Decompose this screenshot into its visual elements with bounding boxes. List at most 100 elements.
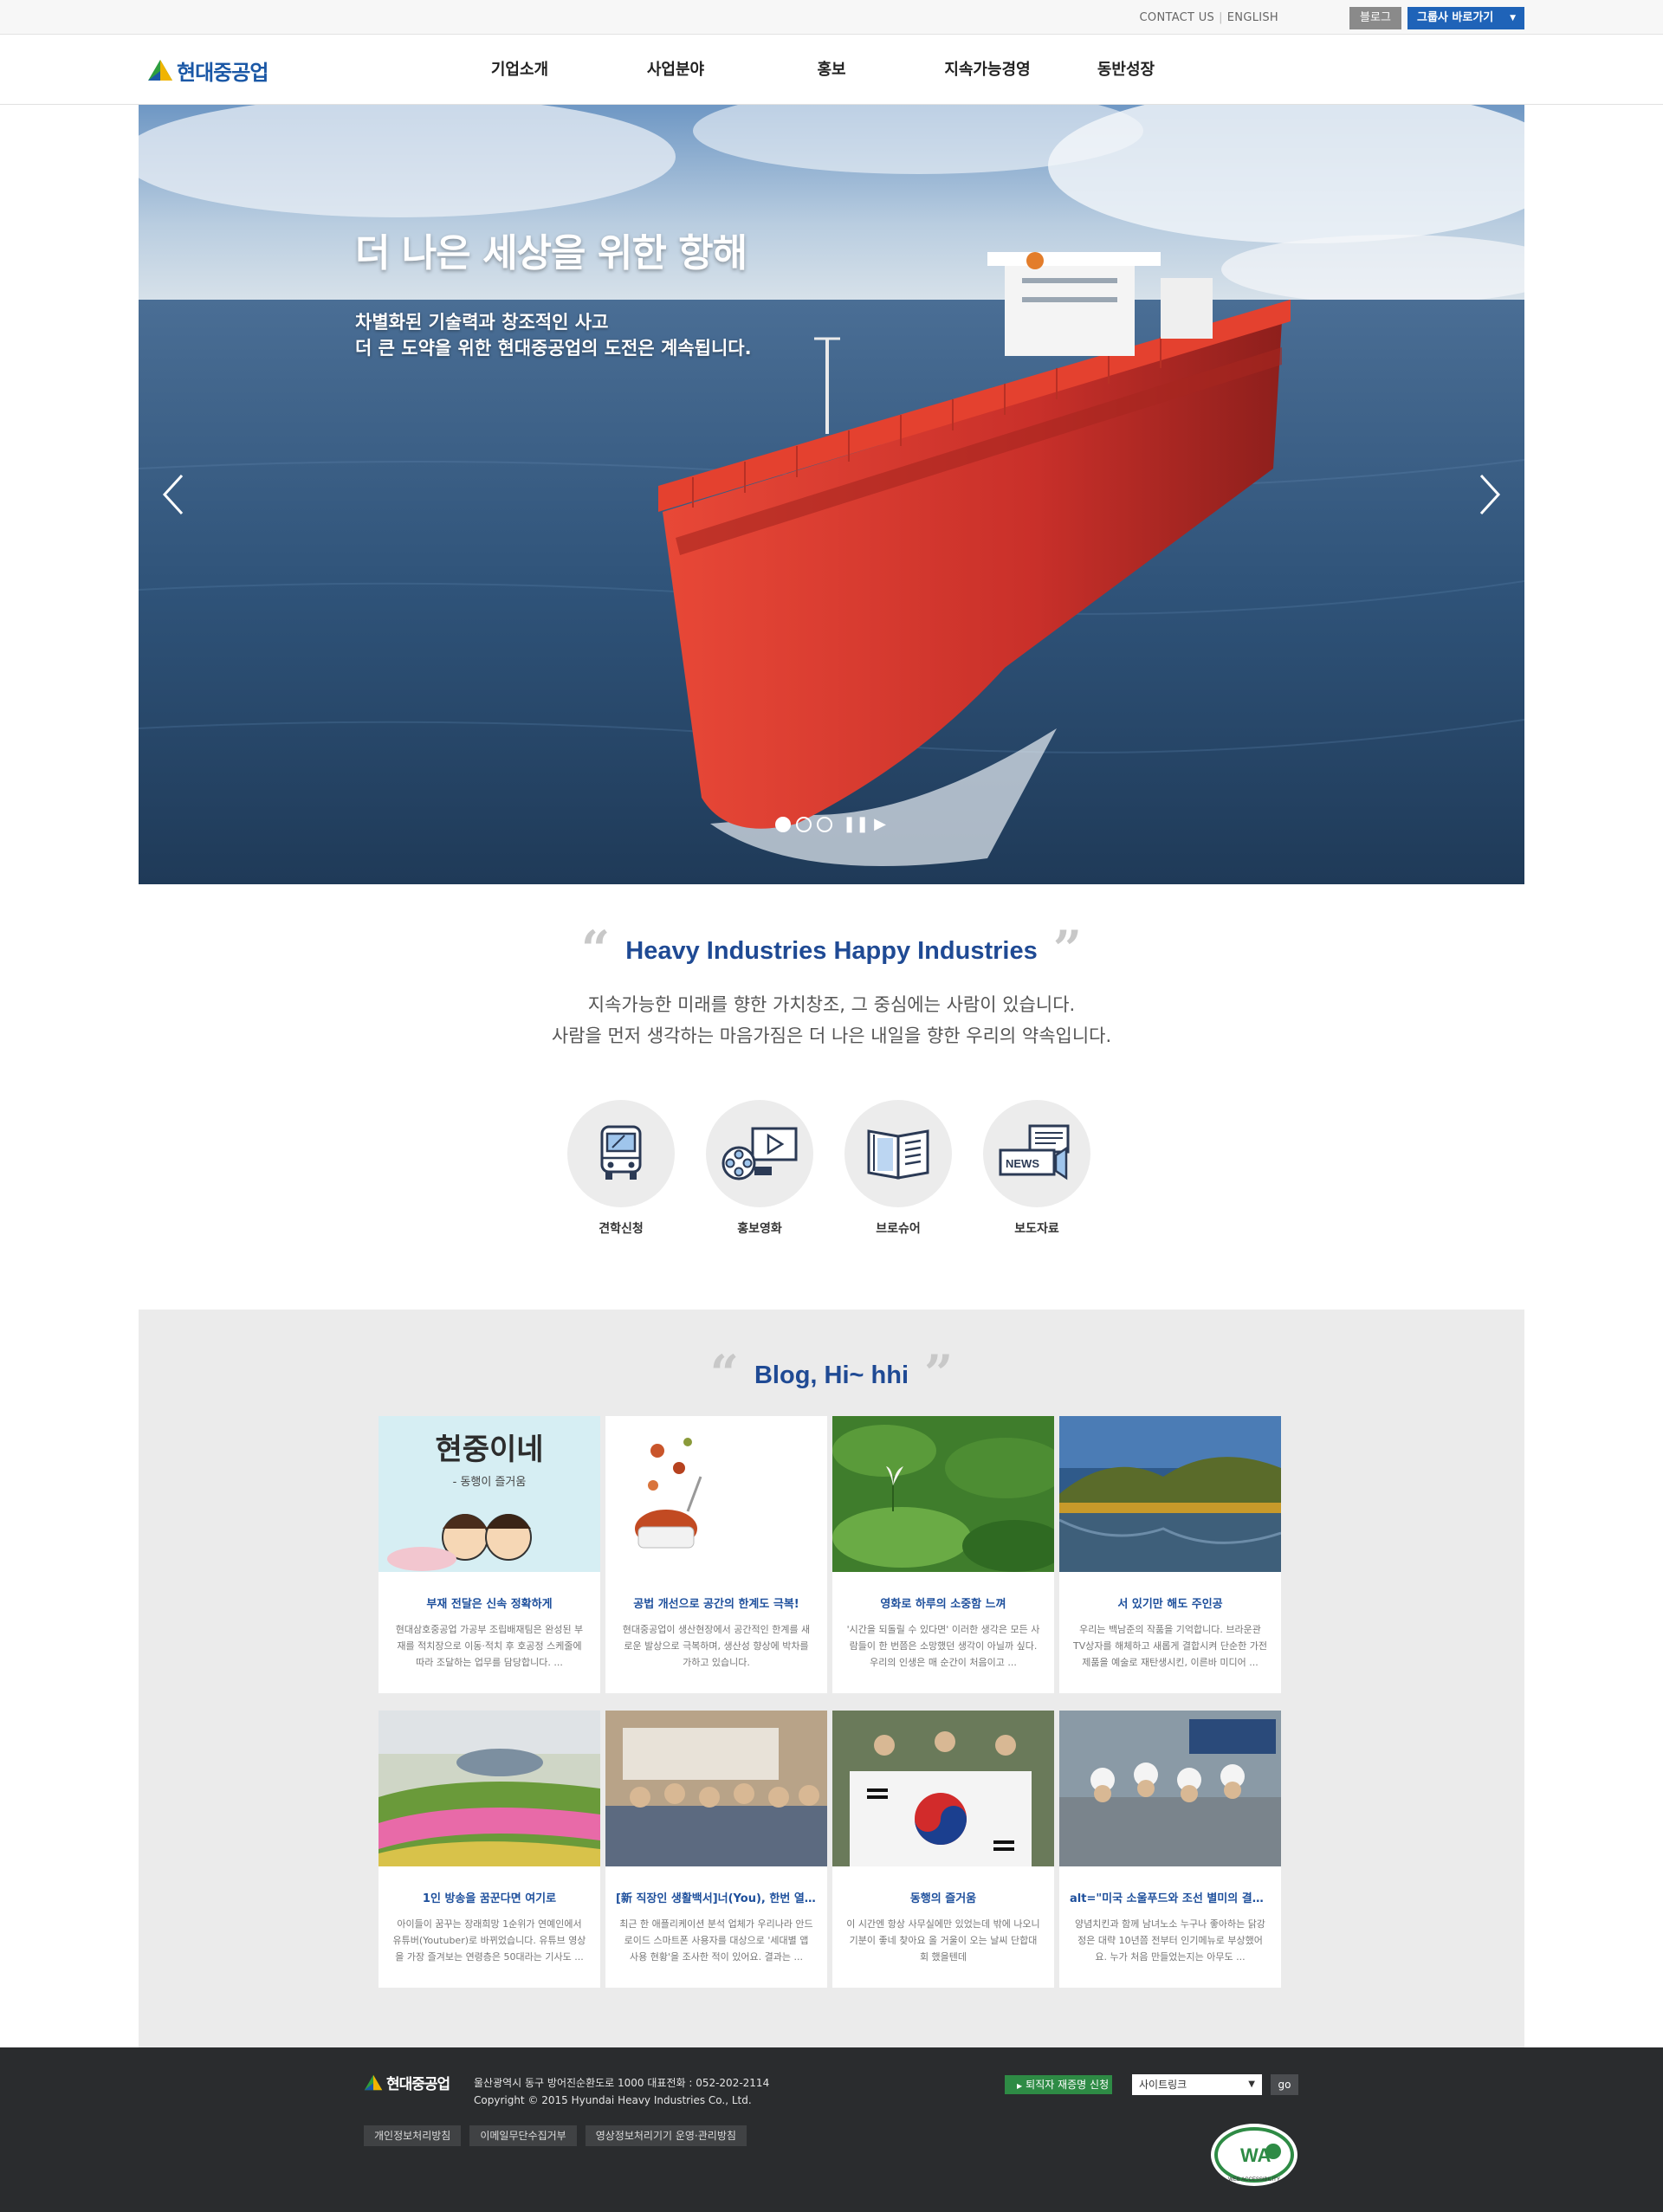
slide-dot[interactable]: [817, 816, 832, 832]
open-quote-icon: “: [709, 1343, 739, 1403]
group-sites-label: 그룹사 바로가기: [1417, 11, 1494, 24]
cctv-policy-link[interactable]: 영상정보처리기기 운영·관리방침: [585, 2125, 747, 2146]
slogan-line: 지속가능한 미래를 향한 가치창조, 그 중심에는 사람이 있습니다.: [587, 993, 1076, 1015]
hero-subtitle-line: 더 큰 도약을 위한 현대중공업의 도전은 계속됩니다.: [355, 338, 752, 359]
lake-image: [1059, 1416, 1281, 1572]
blog-thumbnail: [605, 1711, 827, 1866]
quick-film[interactable]: 홍보영화: [706, 1100, 813, 1237]
film-icon: [721, 1127, 798, 1180]
blog-card-title[interactable]: 서 있기만 해도 주인공: [1059, 1594, 1281, 1611]
blog-card[interactable]: 서 있기만 해도 주인공 우리는 백남준의 작품을 기억합니다. 브라운관 TV…: [1059, 1416, 1281, 1693]
blog-card[interactable]: alt="미국 소울푸드와 조선 별미의 결합... 양념치킨과 함께 남녀노소…: [1059, 1711, 1281, 1988]
next-slide-arrow-icon[interactable]: [1472, 469, 1507, 521]
blog-card-title[interactable]: 동행의 즐거움: [832, 1889, 1054, 1905]
blog-card[interactable]: 영화로 하루의 소중함 느껴 '시간을 되돌릴 수 있다면' 이러한 생각은 모…: [832, 1416, 1054, 1693]
blog-thumbnail: [832, 1416, 1054, 1572]
pause-icon[interactable]: ❚❚: [843, 815, 869, 833]
group-photo-image: [605, 1711, 827, 1866]
badge-subtext: WEB ACCESSIBILITY: [1228, 2177, 1280, 2183]
quick-brochure[interactable]: 브로슈어: [844, 1100, 952, 1237]
news-icon-text: NEWS: [1006, 1157, 1039, 1170]
thumb-text: 현중이네: [435, 1433, 543, 1467]
blog-thumbnail: [1059, 1416, 1281, 1572]
blog-card-text: 최근 한 애플리케이션 분석 업체가 우리나라 안드로이드 스마트폰 사용자를 …: [619, 1918, 813, 1963]
web-accessibility-badge-icon: WA WEB ACCESSIBILITY: [1211, 2124, 1297, 2186]
blog-button[interactable]: 블로그: [1349, 7, 1401, 29]
blog-thumbnail: [832, 1711, 1054, 1866]
blog-card-title[interactable]: [新 직장인 생활백서]너(You), 한번 열면...: [605, 1889, 827, 1905]
site-link-select[interactable]: 사이트링크 ▼: [1132, 2074, 1262, 2095]
go-button[interactable]: go: [1271, 2074, 1298, 2095]
blog-card-title[interactable]: 부재 전달은 신속 정확하게: [379, 1594, 600, 1611]
company-logo[interactable]: 현대중공업: [147, 58, 269, 85]
nav-sustainability[interactable]: 지속가능경영: [918, 57, 1057, 80]
quick-news[interactable]: NEWS 보도자료: [983, 1100, 1090, 1237]
group-sites-button[interactable]: 그룹사 바로가기 ▼: [1407, 7, 1524, 29]
blog-card-text: 우리는 백남준의 작품을 기억합니다. 브라운관 TV상자를 해체하고 새롭게 …: [1073, 1624, 1268, 1668]
blog-card-text: 아이들이 꿈꾸는 장래희망 1순위가 연예인에서 유튜버(Youtuber)로 …: [392, 1918, 586, 1963]
hero-subtitle: 차별화된 기술력과 창조적인 사고 더 큰 도약을 위한 현대중공업의 도전은 …: [355, 309, 752, 361]
blog-card-title[interactable]: alt="미국 소울푸드와 조선 별미의 결합...: [1059, 1889, 1281, 1905]
blog-card[interactable]: 현중이네 - 동행이 즐거움 부재 전달은 신속 정확하게 현대삼호중공업 가공…: [379, 1416, 600, 1693]
hero-subtitle-line: 차별화된 기술력과 창조적인 사고: [355, 312, 609, 333]
footer-address-block: 울산광역시 동구 방어진순환도로 1000 대표전화 : 052-202-211…: [474, 2074, 769, 2109]
main-navigation: 기업소개 사업분야 홍보 지속가능경영 동반성장: [450, 57, 1195, 80]
lotus-image: [832, 1416, 1054, 1572]
blog-card-title[interactable]: 공법 개선으로 공간의 한계도 극복!: [605, 1594, 827, 1611]
blog-title: Blog, Hi~ hhi: [754, 1361, 909, 1389]
blog-card-text: 이 시간엔 항상 사무실에만 있었는데 밖에 나오니 기분이 좋네 찾아요 올 …: [846, 1918, 1040, 1963]
contact-us-link[interactable]: CONTACT US: [1140, 11, 1215, 24]
footer-logo-text: 현대중공업: [386, 2076, 450, 2093]
hero-title: 더 나은 세상을 위한 항해: [355, 231, 747, 275]
flower-garden-image: [379, 1711, 600, 1866]
quick-label: 홍보영화: [737, 1222, 782, 1236]
english-link[interactable]: ENGLISH: [1227, 11, 1278, 24]
nav-business[interactable]: 사업분야: [606, 57, 745, 80]
hero-ship-image: [139, 105, 1524, 884]
blog-card[interactable]: 공법 개선으로 공간의 한계도 극복! 현대중공업이 생산현장에서 공간적인 한…: [605, 1416, 827, 1693]
utility-bar: CONTACT US | ENGLISH 블로그 그룹사 바로가기 ▼: [0, 0, 1663, 35]
slogan-heading: “ Heavy Industries Happy Industries ”: [566, 919, 1097, 979]
hero-slider: 더 나은 세상을 위한 항해 차별화된 기술력과 창조적인 사고 더 큰 도약을…: [139, 105, 1524, 884]
blog-card-title[interactable]: 영화로 하루의 소중함 느껴: [832, 1594, 1054, 1611]
food-image: [605, 1416, 827, 1572]
blog-card-grid: 현중이네 - 동행이 즐거움 부재 전달은 신속 정확하게 현대삼호중공업 가공…: [379, 1416, 1286, 1988]
blog-card[interactable]: 동행의 즐거움 이 시간엔 항상 사무실에만 있었는데 밖에 나오니 기분이 좋…: [832, 1711, 1054, 1988]
blog-thumbnail: [1059, 1711, 1281, 1866]
korean-flag-image: [832, 1711, 1054, 1866]
slide-dot[interactable]: [796, 816, 812, 832]
header: 현대중공업 기업소개 사업분야 홍보 지속가능경영 동반성장: [0, 35, 1663, 105]
caret-down-icon: ▼: [1510, 14, 1516, 23]
open-quote-icon: “: [580, 919, 611, 979]
slogan-line: 사람을 먼저 생각하는 마음가짐은 더 나은 내일을 향한 우리의 약속입니다.: [551, 1025, 1112, 1046]
news-icon: NEWS: [999, 1124, 1070, 1180]
privacy-policy-link[interactable]: 개인정보처리방침: [364, 2125, 462, 2146]
prev-slide-arrow-icon[interactable]: [156, 469, 191, 521]
blog-card-title[interactable]: 1인 방송을 꿈꾼다면 여기로: [379, 1889, 600, 1905]
logo-text: 현대중공업: [177, 60, 269, 85]
footer: 현대중공업 울산광역시 동구 방어진순환도로 1000 대표전화 : 052-2…: [0, 2047, 1663, 2212]
quick-label: 브로슈어: [876, 1222, 921, 1236]
nav-partnership[interactable]: 동반성장: [1074, 57, 1178, 80]
play-icon[interactable]: ▶: [874, 815, 886, 833]
quick-menu: 견학신청 홍보영화 브로슈어 NEWS 보도자료: [567, 1100, 1122, 1237]
nav-company[interactable]: 기업소개: [450, 57, 589, 80]
slide-dot[interactable]: [775, 816, 791, 832]
slogan-title: Heavy Industries Happy Industries: [625, 937, 1038, 965]
blog-section: “ Blog, Hi~ hhi ” 현중이네 - 동행이 즐거움 부재 전달은 …: [139, 1310, 1524, 2047]
blog-heading: “ Blog, Hi~ hhi ”: [139, 1343, 1524, 1403]
slide-indicators: ❚❚ ▶: [775, 815, 886, 833]
retiree-certificate-button[interactable]: ▶ 퇴직자 재증명 신청: [1005, 2075, 1112, 2094]
nav-pr[interactable]: 홍보: [762, 57, 901, 80]
slogan-section: “ Heavy Industries Happy Industries ” 지속…: [0, 919, 1663, 1051]
blog-card-text: 현대중공업이 생산현장에서 공간적인 한계를 새로운 발상으로 극복하며, 생산…: [622, 1624, 811, 1668]
footer-logo: 현대중공업: [364, 2072, 450, 2093]
quick-tour[interactable]: 견학신청: [567, 1100, 675, 1237]
close-quote-icon: ”: [1052, 919, 1083, 979]
close-quote-icon: ”: [924, 1343, 954, 1403]
logo-triangle-icon: [364, 2074, 383, 2091]
blog-card[interactable]: [新 직장인 생활백서]너(You), 한번 열면... 최근 한 애플리케이션…: [605, 1711, 827, 1988]
quick-icon-circle: [567, 1100, 675, 1207]
email-refusal-link[interactable]: 이메일무단수집거부: [469, 2125, 577, 2146]
blog-card[interactable]: 1인 방송을 꿈꾼다면 여기로 아이들이 꿈꾸는 장래희망 1순위가 연예인에서…: [379, 1711, 600, 1988]
